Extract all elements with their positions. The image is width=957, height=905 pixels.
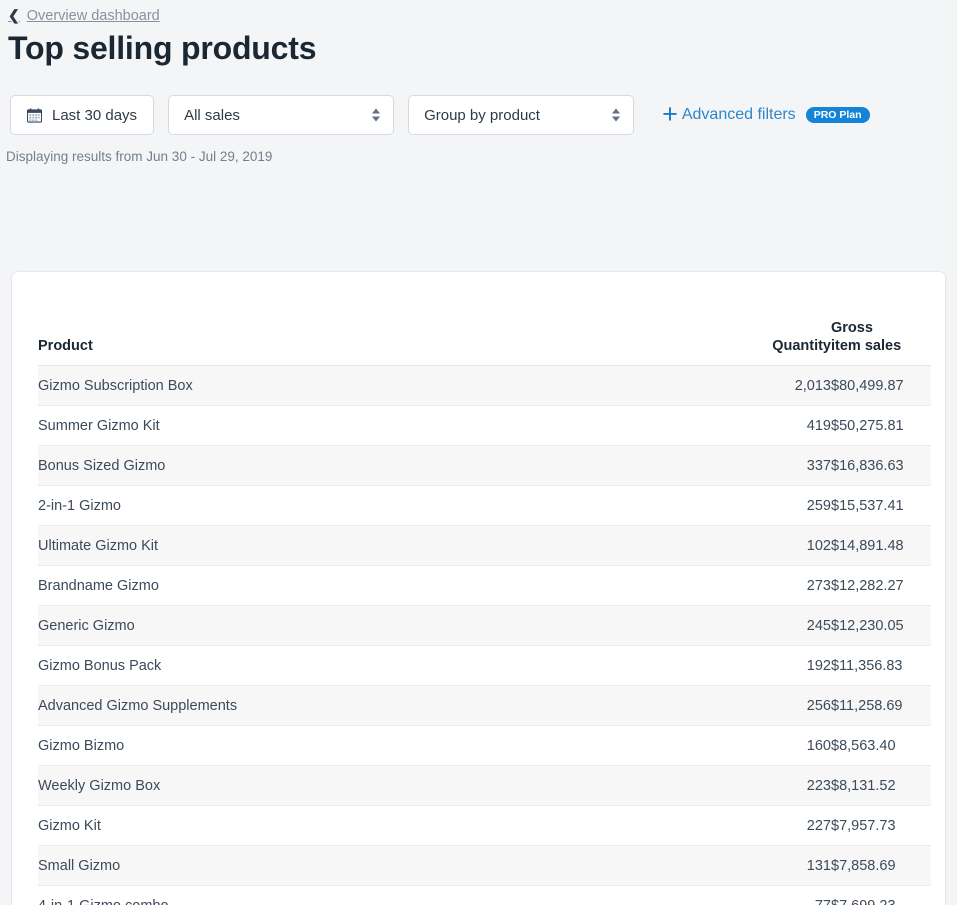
cell-gross-item-sales: $50,275.81 <box>831 405 931 447</box>
table-row[interactable]: Summer Gizmo Kit 419 $50,275.81 <box>38 405 931 447</box>
cell-product: Generic Gizmo <box>38 605 751 647</box>
cell-quantity: 160 <box>751 725 831 767</box>
cell-quantity: 2,013 <box>751 365 831 407</box>
column-header-gross-item-sales[interactable]: Gross item sales <box>831 319 931 367</box>
date-range-button[interactable]: Last 30 days <box>10 95 155 136</box>
cell-quantity: 256 <box>751 685 831 727</box>
cell-quantity: 102 <box>751 525 831 567</box>
cell-quantity: 77 <box>751 885 831 905</box>
chevron-updown-icon <box>372 108 381 122</box>
cell-product: Small Gizmo <box>38 845 751 887</box>
column-header-product[interactable]: Product <box>38 319 751 367</box>
cell-product: 2-in-1 Gizmo <box>38 485 751 527</box>
cell-gross-item-sales: $11,356.83 <box>831 645 931 687</box>
table-row[interactable]: Bonus Sized Gizmo 337 $16,836.63 <box>38 445 931 487</box>
sales-type-select[interactable]: All sales <box>168 95 395 136</box>
top-selling-products-table: Product Quantity Gross item sales Gizmo … <box>38 319 931 905</box>
cell-quantity: 223 <box>751 765 831 807</box>
table-row[interactable]: Small Gizmo 131 $7,858.69 <box>38 845 931 887</box>
date-range-label: Last 30 days <box>52 106 138 124</box>
cell-quantity: 419 <box>751 405 831 447</box>
cell-quantity: 259 <box>751 485 831 527</box>
plus-icon: + <box>662 98 678 129</box>
cell-product: Gizmo Bonus Pack <box>38 645 751 687</box>
cell-product: Gizmo Kit <box>38 805 751 847</box>
table-body: Gizmo Subscription Box 2,013 $80,499.87 Sum… <box>38 365 931 905</box>
gross-header-line-1: Gross <box>831 320 873 336</box>
cell-gross-item-sales: $16,836.63 <box>831 445 931 487</box>
table-row[interactable]: Weekly Gizmo Box 223 $8,131.52 <box>38 765 931 807</box>
cell-quantity: 192 <box>751 645 831 687</box>
table-row[interactable]: 2-in-1 Gizmo 259 $15,537.41 <box>38 485 931 527</box>
cell-gross-item-sales: $7,957.73 <box>831 805 931 847</box>
table-header-row: Product Quantity Gross item sales <box>38 319 931 367</box>
sales-type-value: All sales <box>184 106 240 124</box>
chevron-left-icon: ❮ <box>8 7 20 23</box>
page-root: ❮ Overview dashboard Top selling product… <box>0 0 957 905</box>
cell-quantity: 337 <box>751 445 831 487</box>
calendar-icon <box>27 108 42 123</box>
chevron-updown-icon <box>612 108 621 122</box>
table-row[interactable]: Gizmo Bizmo 160 $8,563.40 <box>38 725 931 767</box>
cell-gross-item-sales: $80,499.87 <box>831 365 931 407</box>
breadcrumb-back-link[interactable]: ❮ Overview dashboard <box>0 0 957 26</box>
cell-quantity: 227 <box>751 805 831 847</box>
cell-product: Gizmo Subscription Box <box>38 365 751 407</box>
cell-product: Ultimate Gizmo Kit <box>38 525 751 567</box>
cell-gross-item-sales: $12,282.27 <box>831 565 931 607</box>
card-top-spacer <box>12 272 945 319</box>
table-row[interactable]: Gizmo Bonus Pack 192 $11,356.83 <box>38 645 931 687</box>
cell-product: Weekly Gizmo Box <box>38 765 751 807</box>
cell-product: Advanced Gizmo Supplements <box>38 685 751 727</box>
cell-gross-item-sales: $11,258.69 <box>831 685 931 727</box>
top-products-card: Product Quantity Gross item sales Gizmo … <box>11 271 946 905</box>
cell-quantity: 131 <box>751 845 831 887</box>
advanced-filters-label: Advanced filters <box>681 106 796 124</box>
breadcrumb-label: Overview dashboard <box>26 8 160 24</box>
cell-gross-item-sales: $15,537.41 <box>831 485 931 527</box>
cell-gross-item-sales: $14,891.48 <box>831 525 931 567</box>
cell-quantity: 273 <box>751 565 831 607</box>
pro-plan-badge: PRO Plan <box>805 107 870 124</box>
gross-header-line-2: item sales <box>831 338 902 355</box>
cell-product: Summer Gizmo Kit <box>38 405 751 447</box>
cell-gross-item-sales: $8,131.52 <box>831 765 931 807</box>
cell-gross-item-sales: $7,858.69 <box>831 845 931 887</box>
column-header-quantity[interactable]: Quantity <box>751 319 831 367</box>
table-row[interactable]: Advanced Gizmo Supplements 256 $11,258.69 <box>38 685 931 727</box>
table-row[interactable]: 4-in-1 Gizmo combo77$7,699.23 <box>38 885 931 905</box>
cell-quantity: 245 <box>751 605 831 647</box>
table-row[interactable]: Gizmo Kit 227 $7,957.73 <box>38 805 931 847</box>
table-row[interactable]: Gizmo Subscription Box 2,013 $80,499.87 <box>38 365 931 407</box>
table-header: Product Quantity Gross item sales <box>38 319 931 367</box>
cell-gross-item-sales: $7,699.23 <box>831 885 931 905</box>
filter-bar: Last 30 days All sales Group by product … <box>0 67 957 136</box>
table-row[interactable]: Brandname Gizmo 273 $12,282.27 <box>38 565 931 607</box>
cell-gross-item-sales: $12,230.05 <box>831 605 931 647</box>
cell-product: Bonus Sized Gizmo <box>38 445 751 487</box>
table-row[interactable]: Ultimate Gizmo Kit 102 $14,891.48 <box>38 525 931 567</box>
results-range-note: Displaying results from Jun 30 - Jul 29,… <box>6 149 273 165</box>
cell-product: Gizmo Bizmo <box>38 725 751 767</box>
cell-product: 4-in-1 Gizmo combo <box>38 885 751 905</box>
advanced-filters-link[interactable]: + Advanced filters PRO Plan <box>662 98 870 129</box>
cell-gross-item-sales: $8,563.40 <box>831 725 931 767</box>
cell-product: Brandname Gizmo <box>38 565 751 607</box>
group-by-value: Group by product <box>424 106 540 124</box>
group-by-select[interactable]: Group by product <box>408 95 635 136</box>
table-row[interactable]: Generic Gizmo 245 $12,230.05 <box>38 605 931 647</box>
page-title: Top selling products <box>8 30 317 66</box>
